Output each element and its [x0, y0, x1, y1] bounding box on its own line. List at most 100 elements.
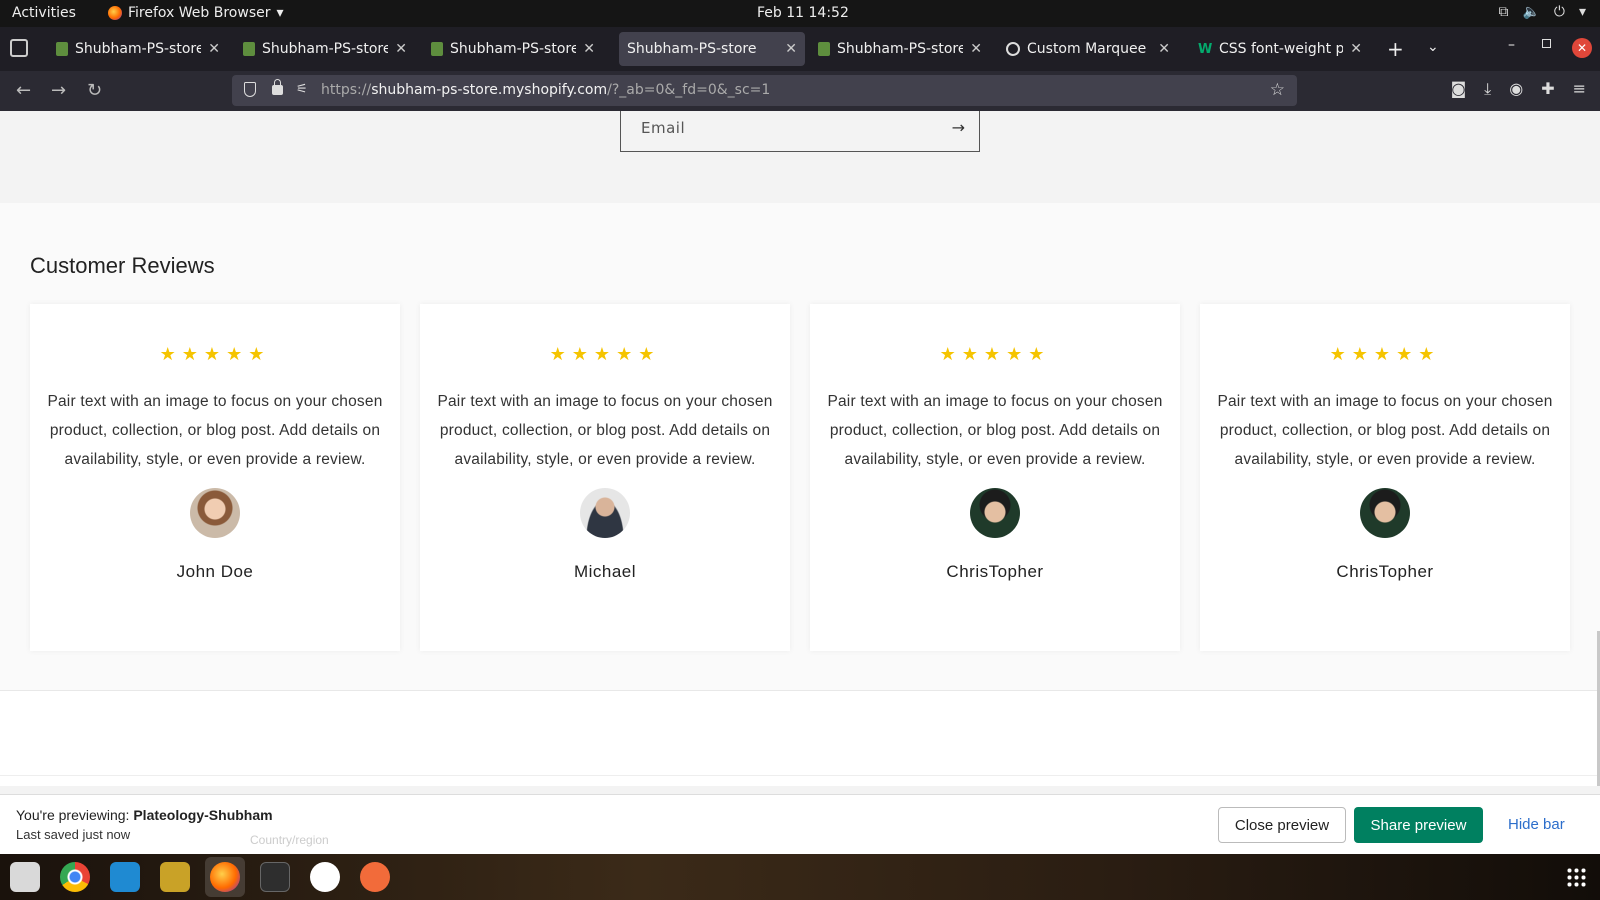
- tab-4-active[interactable]: Shubham-PS-store ✕: [619, 32, 805, 66]
- review-card: ★★★★★ Pair text with an image to focus o…: [420, 304, 790, 651]
- close-tab-icon[interactable]: ✕: [785, 41, 797, 57]
- permissions-icon[interactable]: ⚟: [296, 82, 308, 97]
- url-bar[interactable]: ⚟ https://shubham-ps-store.myshopify.com…: [232, 75, 1297, 106]
- saved-status: Last saved just now: [16, 827, 131, 842]
- firefox-app-icon[interactable]: [210, 862, 240, 892]
- marquee-site-icon: [1006, 42, 1020, 56]
- tab-title: Shubham-PS-store ·: [75, 41, 202, 57]
- newsletter-section: Email →: [0, 111, 1600, 203]
- power-icon[interactable]: ⏻: [1554, 4, 1565, 20]
- show-apps-icon[interactable]: [1566, 867, 1586, 887]
- caret-down-icon: ▾: [276, 5, 284, 21]
- chrome-app-icon[interactable]: [60, 862, 90, 892]
- tab-title: Shubham-PS-store ·: [262, 41, 389, 57]
- account-icon[interactable]: ◉: [1509, 79, 1523, 99]
- reviewer-name: John Doe: [176, 562, 254, 581]
- review-card: ★★★★★ Pair text with an image to focus o…: [30, 304, 400, 651]
- shopify-icon: [243, 42, 255, 56]
- hide-bar-link[interactable]: Hide bar: [1508, 816, 1565, 833]
- bookmark-star-icon[interactable]: ☆: [1270, 80, 1285, 100]
- extensions-icon[interactable]: ✚: [1541, 79, 1554, 99]
- url-host: shubham-ps-store.myshopify.com: [371, 82, 608, 98]
- page-viewport: Email → Customer Reviews ★★★★★ Pair text…: [0, 111, 1600, 786]
- terminal-app-icon[interactable]: [260, 862, 290, 892]
- mongodb-app-icon[interactable]: [310, 862, 340, 892]
- files-app-icon[interactable]: [10, 862, 40, 892]
- url-scheme: https://: [321, 82, 372, 98]
- close-tab-icon[interactable]: ✕: [1158, 41, 1170, 57]
- system-tray[interactable]: ⧉ 🔈 ⏻ ▾: [1498, 4, 1586, 20]
- forward-arrow-icon[interactable]: →: [51, 80, 66, 101]
- url-text[interactable]: https://shubham-ps-store.myshopify.com/?…: [321, 82, 770, 98]
- app-menu[interactable]: Firefox Web Browser ▾: [108, 5, 284, 21]
- taskbar-dock: [0, 854, 1600, 900]
- minimize-window-icon[interactable]: –: [1508, 37, 1515, 53]
- activities-button[interactable]: Activities: [12, 5, 76, 21]
- w3schools-icon: W: [1198, 41, 1213, 57]
- tab-title: Shubham-PS-store ·: [837, 41, 964, 57]
- close-tab-icon[interactable]: ✕: [1350, 41, 1362, 57]
- tab-2[interactable]: Shubham-PS-store · ✕: [235, 32, 415, 66]
- avatar: [1360, 488, 1410, 538]
- theme-name: Plateology-Shubham: [133, 807, 273, 823]
- star-rating: ★★★★★: [939, 344, 1051, 365]
- submit-arrow-icon[interactable]: →: [952, 118, 965, 137]
- network-icon[interactable]: ⧉: [1498, 4, 1508, 20]
- lock-icon[interactable]: [272, 79, 283, 95]
- tab-1[interactable]: Shubham-PS-store · ✕: [48, 32, 228, 66]
- reload-icon[interactable]: ↻: [87, 80, 102, 101]
- theme-preview-bar: You're previewing: Plateology-Shubham La…: [0, 794, 1600, 854]
- previewing-label: You're previewing:: [16, 807, 130, 823]
- review-card: ★★★★★ Pair text with an image to focus o…: [1200, 304, 1570, 651]
- hamburger-menu-icon[interactable]: ≡: [1573, 79, 1586, 99]
- volume-icon[interactable]: 🔈: [1522, 4, 1539, 20]
- tab-strip: Shubham-PS-store · ✕ Shubham-PS-store · …: [0, 27, 1600, 71]
- share-preview-button[interactable]: Share preview: [1354, 807, 1483, 843]
- tab-title: Shubham-PS-store ·: [450, 41, 577, 57]
- reviewer-name: ChrisTopher: [1336, 562, 1434, 581]
- close-tab-icon[interactable]: ✕: [208, 41, 220, 57]
- avatar: [970, 488, 1020, 538]
- close-preview-button[interactable]: Close preview: [1218, 807, 1346, 843]
- email-field[interactable]: Email →: [620, 111, 980, 152]
- clock[interactable]: Feb 11 14:52: [757, 5, 849, 21]
- reviewer-name: ChrisTopher: [946, 562, 1044, 581]
- star-rating: ★★★★★: [159, 344, 271, 365]
- tab-title: Shubham-PS-store: [627, 41, 757, 57]
- download-icon[interactable]: ⤓: [1484, 79, 1491, 99]
- avatar: [190, 488, 240, 538]
- email-placeholder: Email: [641, 119, 686, 137]
- tab-5[interactable]: Shubham-PS-store · ✕: [810, 32, 990, 66]
- close-tab-icon[interactable]: ✕: [583, 41, 595, 57]
- vscode-app-icon[interactable]: [110, 862, 140, 892]
- back-arrow-icon[interactable]: ←: [16, 80, 31, 101]
- country-region-label: Country/region: [250, 833, 329, 847]
- tab-overview-icon[interactable]: [10, 39, 28, 57]
- footer-area: [0, 690, 1600, 786]
- new-tab-icon[interactable]: +: [1387, 37, 1404, 61]
- list-tabs-icon[interactable]: ⌄: [1427, 39, 1439, 55]
- tab-title: Custom Marquee Se: [1027, 41, 1151, 57]
- shopify-icon: [431, 42, 443, 56]
- pocket-icon[interactable]: ◙: [1451, 79, 1467, 99]
- section-heading: Customer Reviews: [30, 253, 215, 278]
- close-tab-icon[interactable]: ✕: [970, 41, 982, 57]
- avatar: [580, 488, 630, 538]
- tab-3[interactable]: Shubham-PS-store · ✕: [423, 32, 603, 66]
- close-window-icon[interactable]: ✕: [1572, 38, 1592, 58]
- postman-app-icon[interactable]: [360, 862, 390, 892]
- system-top-bar: Activities Firefox Web Browser ▾ Feb 11 …: [0, 0, 1600, 27]
- url-path: /?_ab=0&_fd=0&_sc=1: [607, 82, 771, 98]
- tab-title: CSS font-weight pro: [1219, 41, 1344, 57]
- tray-menu-icon[interactable]: ▾: [1579, 4, 1586, 20]
- firefox-icon: [108, 6, 122, 20]
- customer-reviews-section: Customer Reviews ★★★★★ Pair text with an…: [0, 203, 1600, 690]
- tracking-shield-icon[interactable]: [244, 82, 256, 97]
- toolbar-icons: ◙ ⤓ ◉ ✚ ≡: [1451, 79, 1586, 99]
- star-rating: ★★★★★: [1329, 344, 1441, 365]
- maximize-window-icon[interactable]: [1542, 39, 1551, 48]
- tab-6[interactable]: Custom Marquee Se ✕: [998, 32, 1178, 66]
- close-tab-icon[interactable]: ✕: [395, 41, 407, 57]
- bee-app-icon[interactable]: [160, 862, 190, 892]
- tab-7[interactable]: W CSS font-weight pro ✕: [1190, 32, 1370, 66]
